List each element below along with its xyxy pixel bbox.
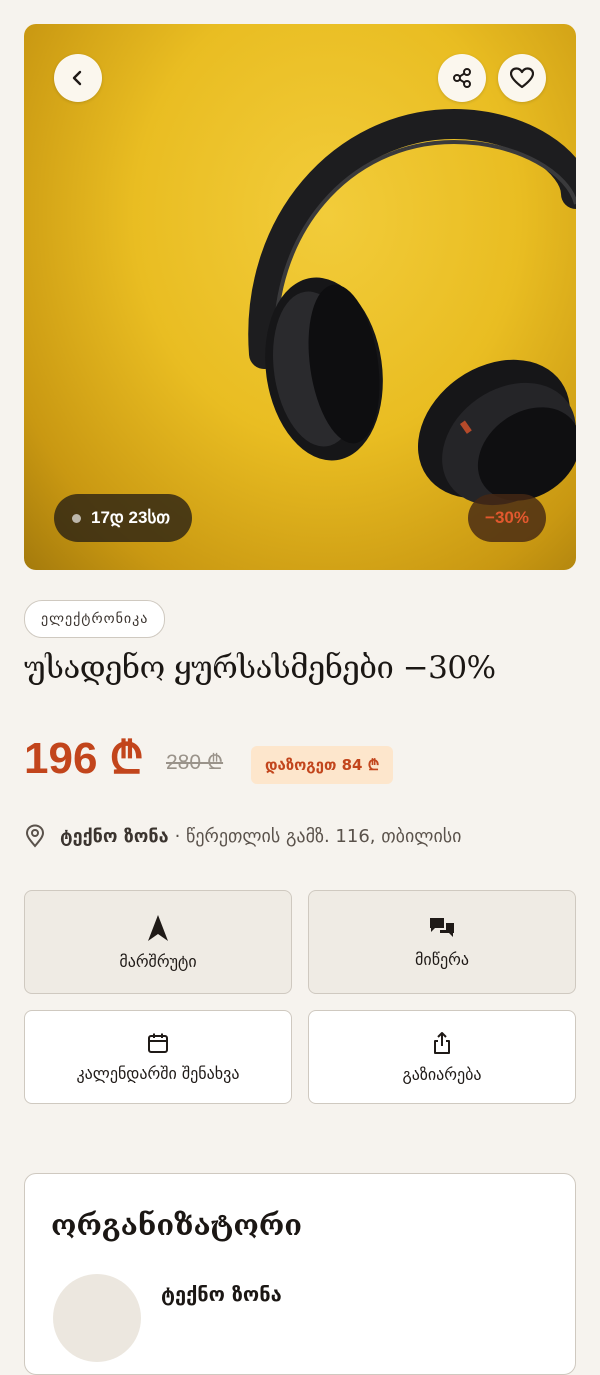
discount-badge: −30% <box>468 494 546 542</box>
category-chip[interactable]: ელექტრონიკა <box>24 600 166 638</box>
message-label: მიწერა <box>415 949 469 969</box>
share-upload-icon <box>434 1031 450 1054</box>
vendor-address: · წერეთლის გამზ. 116, თბილისი <box>174 825 462 847</box>
back-button[interactable] <box>54 54 102 102</box>
favorite-button[interactable] <box>498 54 546 102</box>
category-label: ელექტრონიკა <box>41 611 149 627</box>
countdown-badge: 17დ 23სთ <box>54 494 192 542</box>
chat-bubbles-icon <box>430 917 454 937</box>
location-row[interactable]: ტექნო ზონა · წერეთლის გამზ. 116, თბილისი <box>24 824 461 848</box>
share-top-button[interactable] <box>438 54 486 102</box>
share-icon <box>453 68 471 88</box>
savings-badge: დაზოგეთ 84 ₾ <box>251 746 394 784</box>
organizer-card: ორგანიზატორი ტექნო ზონა <box>24 1173 576 1375</box>
countdown-text: 17დ 23სთ <box>91 508 170 527</box>
discount-text: −30% <box>485 508 529 527</box>
back-arrow-icon <box>72 70 82 86</box>
deal-title: უსადენო ყურსასმენები −30% <box>24 650 496 686</box>
organizer-heading: ორგანიზატორი <box>51 1208 303 1242</box>
old-price: 280 ₾ <box>166 751 224 774</box>
product-image: 17დ 23სთ −30% <box>24 24 576 570</box>
headphones-illustration <box>248 108 576 506</box>
calendar-button[interactable]: კალენდარში შენახვა <box>24 1010 292 1104</box>
calendar-icon <box>148 1033 168 1053</box>
calendar-label: კალენდარში შენახვა <box>76 1063 240 1083</box>
route-label: მარშრუტი <box>119 951 197 971</box>
organizer-avatar[interactable] <box>53 1274 141 1362</box>
heart-icon <box>510 67 534 89</box>
savings-text: დაზოგეთ 84 ₾ <box>265 756 380 774</box>
message-button[interactable]: მიწერა <box>308 890 576 994</box>
navigation-arrow-icon <box>148 914 168 941</box>
organizer-name[interactable]: ტექნო ზონა <box>161 1282 282 1306</box>
current-price: 196 ₾ <box>24 734 144 783</box>
share-button[interactable]: გაზიარება <box>308 1010 576 1104</box>
vendor-name: ტექნო ზონა <box>60 825 169 847</box>
route-button[interactable]: მარშრუტი <box>24 890 292 994</box>
status-dot <box>72 513 81 523</box>
location-pin-icon <box>25 824 45 848</box>
share-label: გაზიარება <box>402 1064 482 1084</box>
